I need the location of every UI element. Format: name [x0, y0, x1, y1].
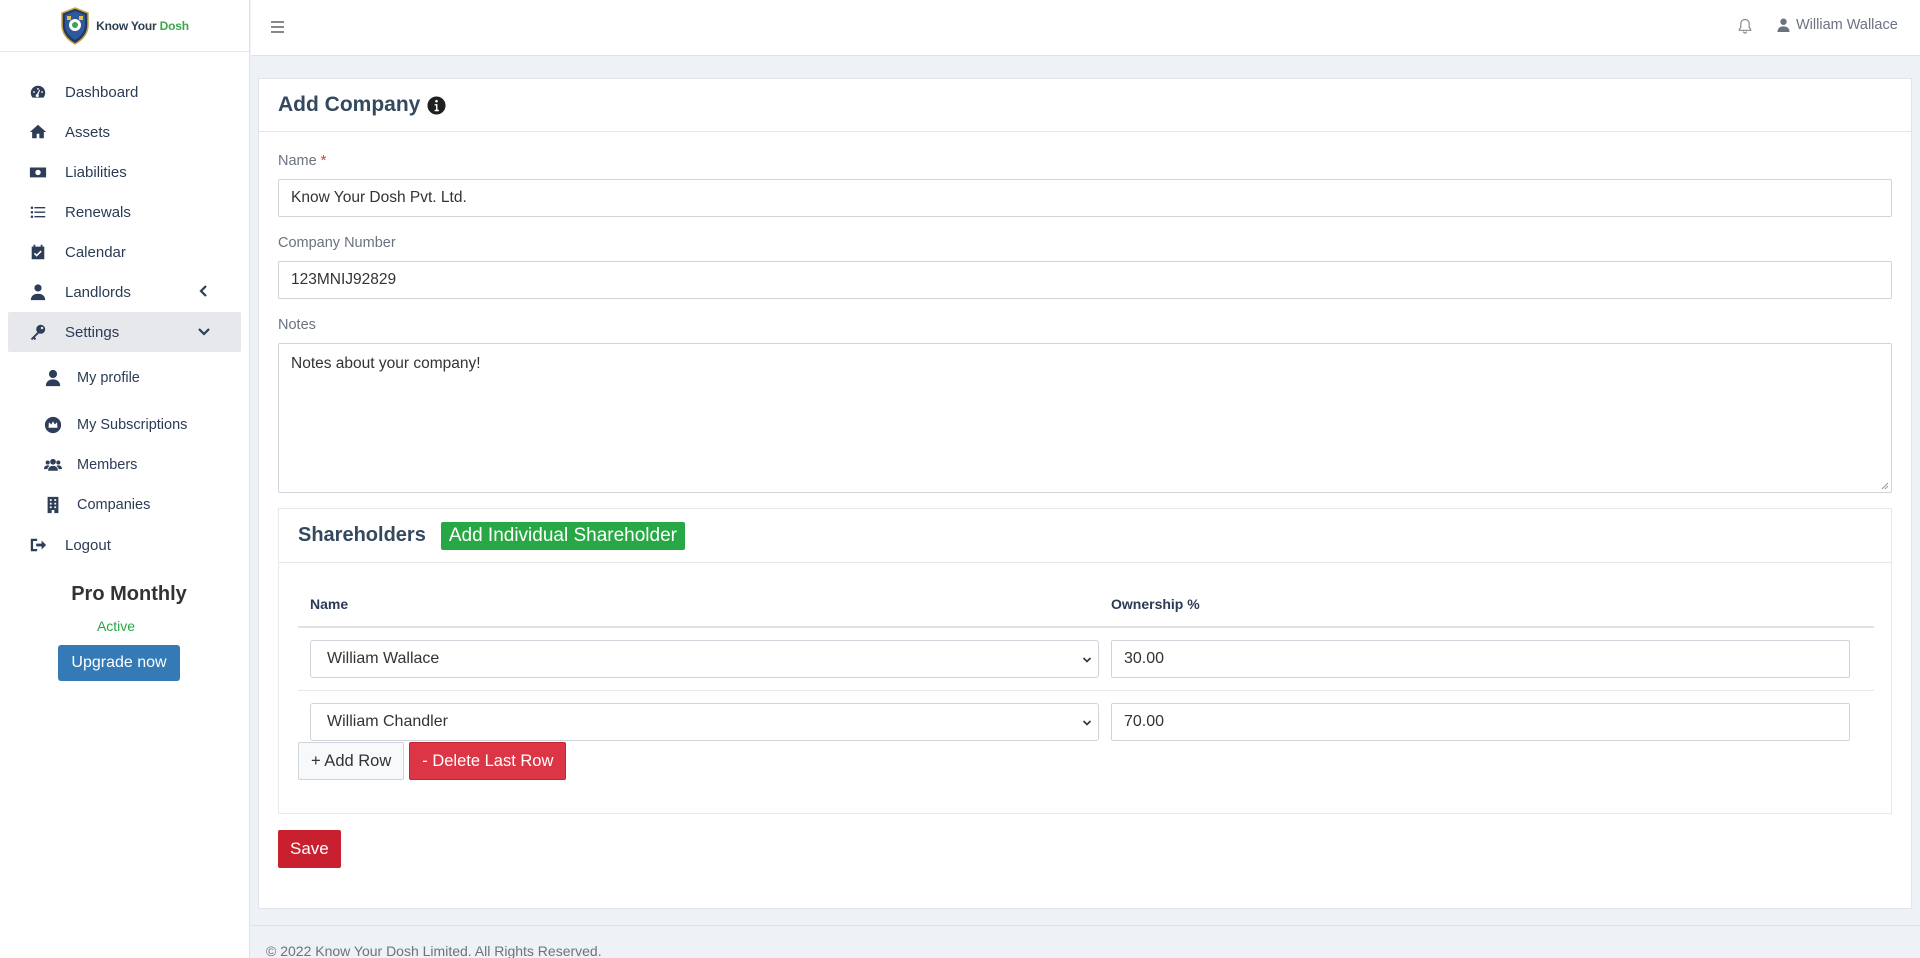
shareholder-select-value: William Wallace	[327, 650, 440, 667]
chevron-left-icon[interactable]	[197, 284, 211, 298]
chevron-down-icon	[1082, 657, 1092, 663]
sidebar-item-label: Landlords	[65, 283, 131, 301]
upgrade-now-button[interactable]: Upgrade now	[58, 645, 180, 681]
resize-grip-icon[interactable]	[1881, 482, 1889, 490]
user-icon	[43, 369, 63, 387]
crown-icon	[43, 416, 63, 434]
plan-name: Pro Monthly	[71, 583, 187, 605]
sidebar-item-liabilities[interactable]: Liabilities	[0, 152, 249, 192]
sidebar-subitem-label: Members	[77, 457, 138, 473]
shareholders-body: Name Ownership % William Wallace 30.00 W…	[279, 563, 1891, 780]
row-actions: + Add Row - Delete Last Row	[298, 742, 1872, 780]
delete-last-row-button[interactable]: - Delete Last Row	[409, 742, 567, 780]
sidebar-item-logout[interactable]: Logout	[0, 525, 249, 565]
sidebar-item-label: Liabilities	[65, 163, 127, 181]
ownership-input[interactable]: 70.00	[1111, 703, 1850, 741]
add-company-card: Add Company Name * Know Your Dosh Pvt. L…	[258, 78, 1912, 909]
company-number-label: Company Number	[278, 235, 396, 251]
sidebar: Know Your Dosh Dashboard Assets Liabilit…	[0, 0, 250, 958]
sidebar-item-settings[interactable]: Settings	[8, 312, 241, 352]
sidebar-subitem-label: My profile	[77, 370, 140, 386]
column-header-name: Name	[310, 595, 349, 612]
sidebar-subitem-members[interactable]: Members	[0, 445, 249, 485]
save-button[interactable]: Save	[278, 830, 341, 868]
name-cell: William Chandler	[298, 703, 1111, 741]
table-header: Name Ownership %	[298, 581, 1874, 628]
brand-name: Know Your Dosh	[96, 19, 189, 33]
chevron-down-icon[interactable]	[197, 324, 211, 338]
sidebar-subitem-my-subscriptions[interactable]: My Subscriptions	[0, 405, 249, 445]
page-title: Add Company	[278, 93, 421, 116]
home-icon	[28, 123, 48, 141]
building-icon	[43, 496, 63, 514]
sidebar-item-calendar[interactable]: Calendar	[0, 232, 249, 272]
sidebar-item-label: Dashboard	[65, 83, 139, 101]
sidebar-item-label: Settings	[65, 323, 120, 341]
column-header-ownership: Ownership %	[1111, 595, 1200, 612]
sidebar-item-label: Assets	[65, 123, 111, 141]
bell-icon[interactable]	[1738, 18, 1752, 34]
brand-name-part1: Know Your	[96, 18, 157, 33]
notes-label: Notes	[278, 317, 316, 333]
shareholder-select[interactable]: William Wallace	[310, 640, 1099, 678]
subscription-plan: Pro Monthly Active Upgrade now	[0, 583, 270, 681]
sidebar-item-label: Renewals	[65, 203, 131, 221]
shield-logo-icon	[61, 6, 89, 45]
table-row: William Chandler 70.00	[298, 691, 1874, 741]
sidebar-subitem-companies[interactable]: Companies	[0, 485, 249, 525]
notes-textarea[interactable]: Notes about your company!	[278, 343, 1892, 493]
required-mark: *	[320, 153, 327, 169]
sidebar-subitem-my-profile[interactable]: My profile	[0, 358, 249, 398]
add-individual-shareholder-button[interactable]: Add Individual Shareholder	[440, 521, 685, 550]
sidebar-nav: Dashboard Assets Liabilities Renewals Ca…	[0, 52, 249, 565]
ownership-input[interactable]: 30.00	[1111, 640, 1850, 678]
table-row: William Wallace 30.00	[298, 628, 1874, 691]
name-input[interactable]: Know Your Dosh Pvt. Ltd.	[278, 179, 1892, 217]
name-label-text: Name	[278, 153, 317, 169]
list-icon	[28, 203, 48, 221]
sidebar-item-label: Logout	[65, 536, 111, 554]
sidebar-subitem-label: My Subscriptions	[77, 417, 188, 433]
user-menu[interactable]: William Wallace	[1777, 17, 1898, 33]
calendar-check-icon	[28, 243, 48, 261]
shareholder-select[interactable]: William Chandler	[310, 703, 1099, 741]
key-icon	[28, 323, 48, 341]
card-header: Add Company	[259, 79, 1911, 132]
shareholders-title: Shareholders	[298, 524, 426, 546]
sidebar-item-landlords[interactable]: Landlords	[0, 272, 249, 312]
users-icon	[43, 456, 63, 474]
add-row-button[interactable]: + Add Row	[298, 742, 405, 780]
sidebar-item-assets[interactable]: Assets	[0, 112, 249, 152]
user-icon	[1777, 18, 1790, 32]
sidebar-item-renewals[interactable]: Renewals	[0, 192, 249, 232]
plan-status: Active	[96, 618, 136, 634]
shareholders-table: Name Ownership % William Wallace 30.00 W…	[298, 581, 1874, 741]
brand-logo[interactable]: Know Your Dosh	[0, 0, 249, 52]
shareholders-header: Shareholders Add Individual Shareholder	[279, 509, 1891, 563]
shareholders-card: Shareholders Add Individual Shareholder …	[278, 508, 1892, 814]
sidebar-item-dashboard[interactable]: Dashboard	[0, 72, 249, 112]
footer-copyright: © 2022 Know Your Dosh Limited. All Right…	[266, 943, 602, 958]
brand-name-part2: Dosh	[159, 18, 189, 33]
tachometer-icon	[28, 83, 48, 101]
sign-out-icon	[28, 536, 48, 554]
info-circle-icon[interactable]	[427, 95, 446, 115]
hamburger-menu-icon[interactable]	[271, 21, 284, 33]
topbar: William Wallace	[251, 0, 1920, 56]
shareholder-select-value: William Chandler	[327, 713, 448, 730]
company-number-input[interactable]: 123MNIJ92829	[278, 261, 1892, 299]
user-tie-icon	[28, 283, 48, 301]
notes-text: Notes about your company!	[291, 355, 481, 372]
chevron-down-icon	[1082, 720, 1092, 726]
name-label: Name *	[278, 153, 1892, 169]
money-bill-icon	[28, 163, 48, 181]
footer: © 2022 Know Your Dosh Limited. All Right…	[251, 925, 1920, 958]
user-name: William Wallace	[1796, 17, 1898, 33]
name-cell: William Wallace	[298, 640, 1111, 678]
sidebar-item-label: Calendar	[65, 243, 126, 261]
card-body: Name * Know Your Dosh Pvt. Ltd. Company …	[259, 153, 1911, 868]
sidebar-subitem-label: Companies	[77, 497, 151, 513]
